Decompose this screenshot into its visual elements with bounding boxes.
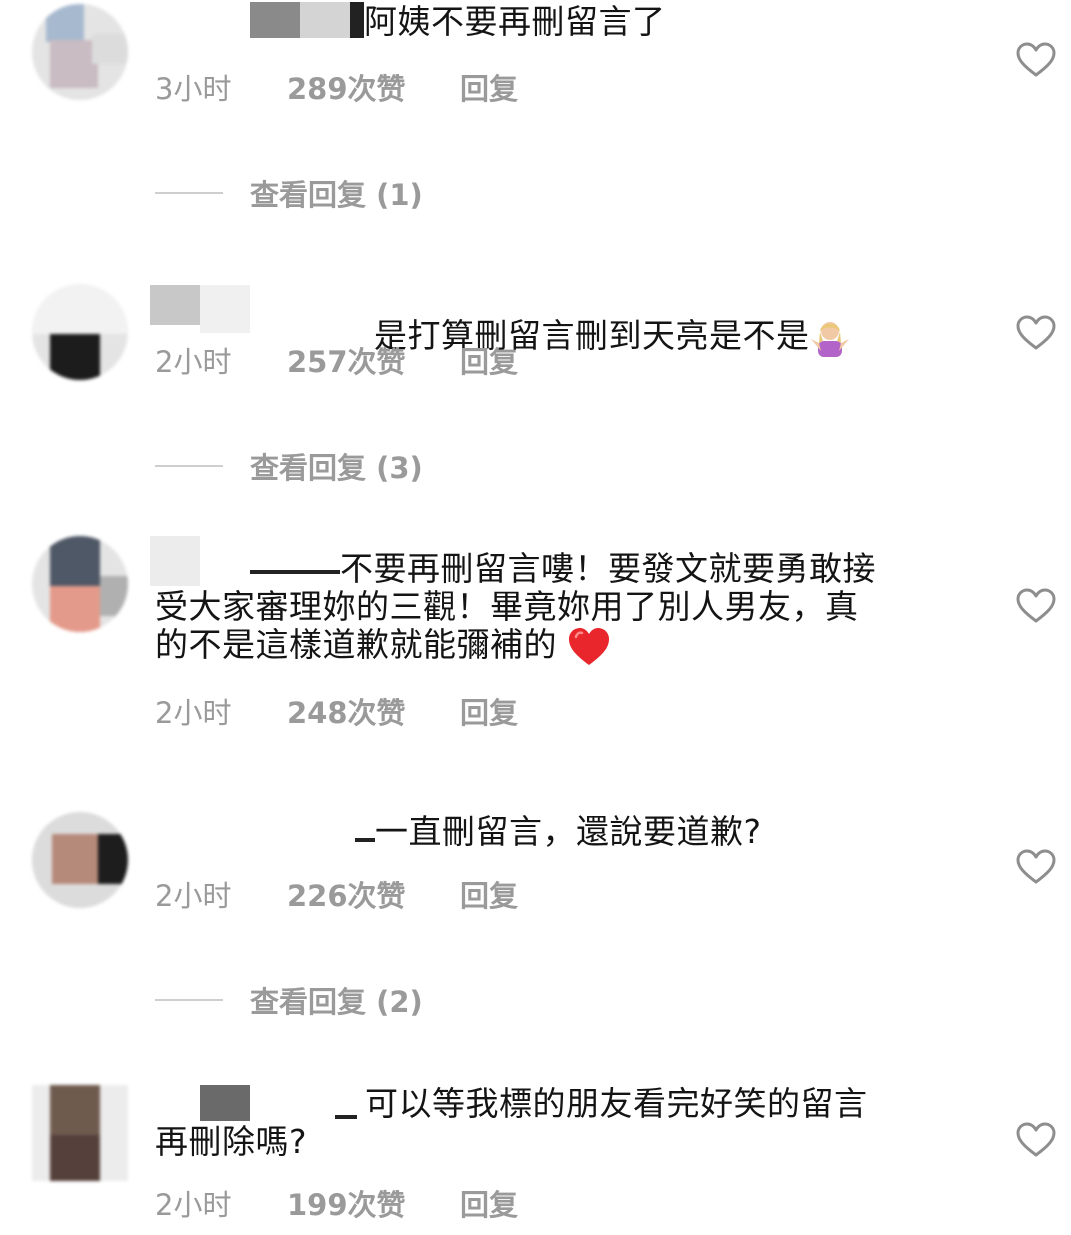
view-replies-button[interactable]: 查看回复 (3) (155, 445, 423, 487)
censored-username (300, 2, 350, 38)
avatar[interactable] (32, 1085, 128, 1181)
avatar[interactable] (32, 284, 128, 380)
heart-outline-icon[interactable] (1016, 315, 1056, 351)
avatar[interactable] (32, 812, 128, 908)
heart-outline-icon[interactable] (1016, 42, 1056, 78)
censored-username (250, 2, 300, 38)
comment-likes: 257次赞 (287, 345, 406, 379)
red-heart-emoji (569, 627, 609, 665)
comment-time: 2小时 (155, 345, 232, 379)
comment-likes: 226次赞 (287, 879, 406, 913)
heart-outline-icon[interactable] (1016, 1122, 1056, 1158)
comment-text: 阿姨不要再刪留言了 (364, 2, 666, 41)
comment-text: 可以等我標的朋友看完好笑的留言 再刪除嗎? (155, 1084, 868, 1161)
comment-meta: 2小时 257次赞 回复 (155, 339, 518, 381)
comment-meta: 2小时 199次赞 回复 (155, 1182, 518, 1224)
comment-time: 2小时 (155, 879, 232, 913)
comment-meta: 2小时 226次赞 回复 (155, 873, 518, 915)
view-replies-button[interactable]: 查看回复 (1) (155, 172, 423, 214)
view-replies-label: 查看回复 (3) (250, 451, 423, 485)
reply-button[interactable]: 回复 (460, 339, 518, 381)
avatar[interactable] (32, 4, 128, 100)
comment-text: 不要再刪留言嘍！要發文就要勇敢接 受大家審理妳的三觀！畢竟妳用了別人男友，真 的… (155, 550, 935, 667)
view-replies-label: 查看回复 (1) (250, 178, 423, 212)
divider (155, 192, 223, 194)
censored-username (200, 285, 250, 333)
woman-shrugging-emoji (811, 321, 850, 357)
comment-meta: 2小时 248次赞 回复 (155, 690, 518, 732)
comment-text: 一直刪留言，還說要道歉? (375, 812, 762, 851)
divider (155, 999, 223, 1001)
comment-time: 2小时 (155, 696, 232, 730)
reply-button[interactable]: 回复 (460, 66, 518, 108)
divider (155, 465, 223, 467)
comment-meta: 3小时 289次赞 回复 (155, 66, 518, 108)
view-replies-button[interactable]: 查看回复 (2) (155, 979, 423, 1021)
comment-time: 2小时 (155, 1188, 232, 1222)
heart-outline-icon[interactable] (1016, 849, 1056, 885)
censored-username (355, 838, 375, 842)
comment-likes: 199次赞 (287, 1188, 406, 1222)
reply-button[interactable]: 回复 (460, 1182, 518, 1224)
reply-button[interactable]: 回复 (460, 873, 518, 915)
comment-likes: 248次赞 (287, 696, 406, 730)
comment-likes: 289次赞 (287, 72, 406, 106)
censored-username (350, 2, 364, 38)
reply-button[interactable]: 回复 (460, 690, 518, 732)
view-replies-label: 查看回复 (2) (250, 985, 423, 1019)
heart-outline-icon[interactable] (1016, 588, 1056, 624)
avatar[interactable] (32, 536, 128, 632)
censored-username (150, 285, 200, 325)
comment-time: 3小时 (155, 72, 232, 106)
